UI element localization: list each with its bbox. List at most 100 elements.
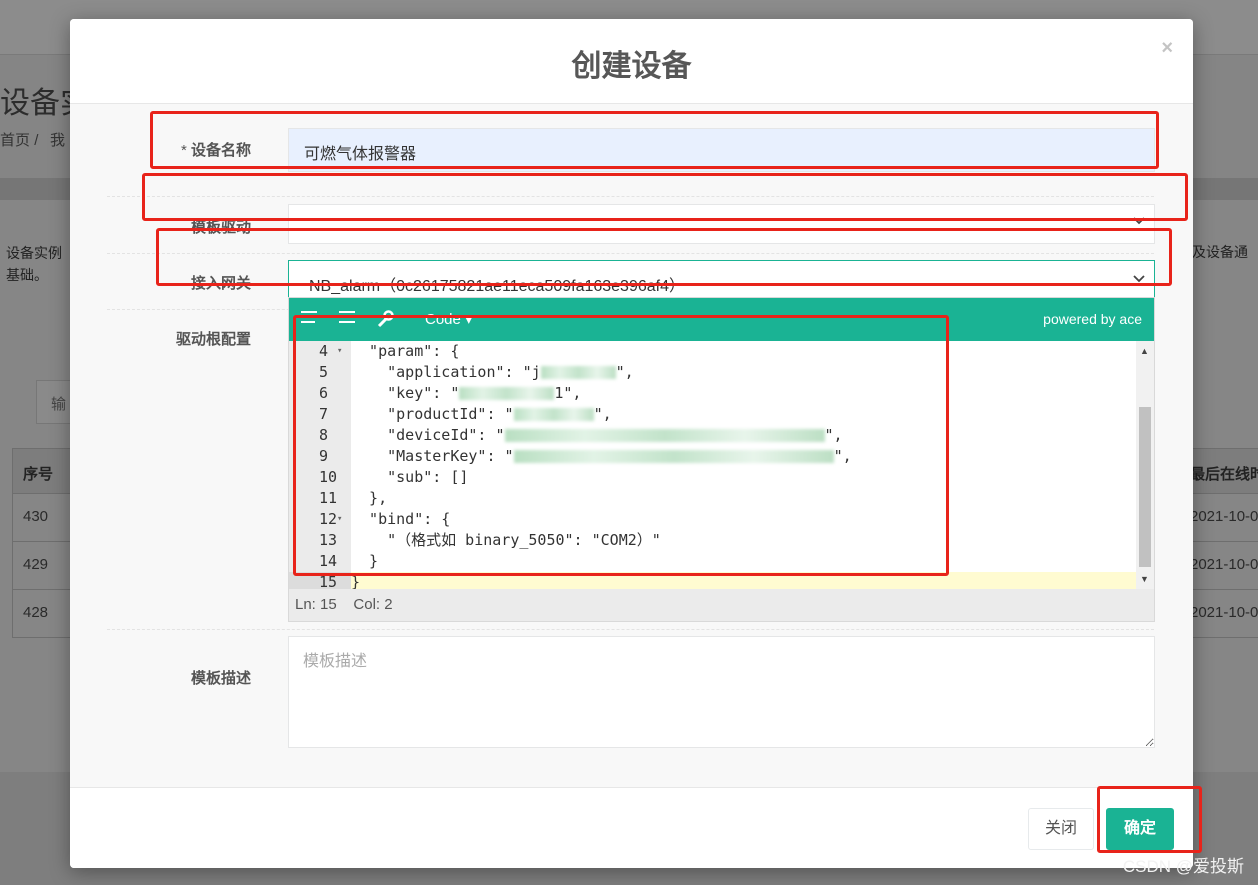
code-line: "productId": " ", [351,404,1136,425]
code-editor[interactable]: Code ▾ powered by ace 4 ▾ 5 6 7 8 9 10 11 12 ▾ 13 14… [288,297,1155,622]
powered-by-label: powered by ace [1043,311,1142,327]
fold-arrow-icon[interactable]: ▾ [337,509,342,530]
line-number: 7 [319,405,329,423]
line-number: 8 [319,426,329,444]
code-text: ", [593,405,612,423]
modal-header: 创建设备 × [70,19,1193,104]
line-number: 14 [319,552,338,570]
gateway-label: 接入网关 [190,275,251,292]
code-line: "sub": [] [351,467,1136,488]
redacted-value [540,366,616,379]
code-text: "param": { [351,342,460,360]
code-line: "MasterKey": " ", [351,446,1136,467]
code-text: ", [824,426,843,444]
chevron-down-icon [1132,213,1146,231]
code-line: "（格式如 binary_5050": "COM2）" [351,530,1136,551]
code-text: "application": "j [351,363,541,381]
editor-gutter: 4 ▾ 5 6 7 8 9 10 11 12 ▾ 13 14 15 [289,341,351,593]
code-text: "MasterKey": " [351,447,514,465]
modal-title: 创建设备 [571,50,692,83]
editor-toolbar: Code ▾ powered by ace [289,298,1154,341]
bg-col-header-last-online: 最后在线时 [1190,448,1258,494]
line-number: 12 ▾ [319,509,343,530]
close-icon[interactable]: × [1161,37,1173,60]
line-number: 5 [319,363,329,381]
line-number: 10 [319,468,338,486]
code-line: "application": "j ", [351,362,1136,383]
watermark: CSDN @爱投斯 [1122,857,1244,876]
bg-description-right: 及设备通 [1192,244,1248,260]
close-button[interactable]: 关闭 [1028,808,1094,850]
code-text: ", [833,447,852,465]
code-line: "deviceId": " ", [351,425,1136,446]
editor-statusbar: Ln: 15 Col: 2 [289,589,1154,621]
line-number: 4 ▾ [319,341,343,362]
table-row: 2021-10-0 [1190,494,1258,542]
redacted-value [504,429,825,442]
bg-breadcrumb-home: 首页 / [0,132,39,149]
table-row: 2021-10-0 [1190,542,1258,590]
format-icon[interactable] [299,309,319,332]
code-text: "（格式如 binary_5050": "COM2）" [351,531,661,549]
gateway-select[interactable]: NB_alarm（0c26175821ae11eca509fa163e396af… [288,260,1155,302]
confirm-button[interactable]: 确定 [1106,808,1174,850]
template-driver-label: 模板驱动 [190,219,251,236]
code-text: "deviceId": " [351,426,505,444]
line-number: 6 [319,384,329,402]
mode-dropdown[interactable]: Code ▾ [425,310,473,328]
code-line: } [351,551,1136,572]
bg-breadcrumb-next: 我 [50,132,66,149]
divider [107,253,1154,254]
line-number: 11 [319,489,338,507]
redacted-value [513,450,834,463]
code-text: "productId": " [351,405,514,423]
divider [107,629,1154,630]
table-row: 2021-10-0 [1190,590,1258,638]
code-text: "sub": [] [351,468,469,486]
create-device-modal: 创建设备 × * 设备名称 可燃气体报警器 模板驱动 接入网关 NB_alarm… [70,19,1193,868]
template-driver-select[interactable] [288,204,1155,244]
divider [107,196,1154,197]
modal-footer: 关闭 确定 [70,787,1193,868]
code-line: "key": " 1", [351,383,1136,404]
code-line: }, [351,488,1136,509]
redacted-value [513,408,594,421]
code-text: "bind": { [351,510,451,528]
code-line: "param": { [351,341,1136,362]
line-number: 9 [319,447,329,465]
scroll-up-icon[interactable]: ▲ [1140,346,1149,356]
template-description-label: 模板描述 [190,670,251,687]
fold-arrow-icon[interactable]: ▾ [337,341,342,362]
editor-scrollbar[interactable]: ▲ ▼ [1136,341,1154,589]
code-text: }, [351,489,388,507]
code-line: "bind": { [351,509,1136,530]
editor-content[interactable]: "param": { "application": "j ", "key": " 1… [351,341,1136,593]
table-row: 430 [12,494,72,542]
redacted-value [459,387,555,400]
bg-col-header-id: 序号 [12,448,72,494]
scrollbar-thumb[interactable] [1139,407,1151,567]
gateway-value: NB_alarm（0c26175821ae11eca509fa163e396af… [309,278,685,295]
template-description-textarea[interactable] [288,636,1155,748]
modal-body: * 设备名称 可燃气体报警器 模板驱动 接入网关 NB_alarm（0c2617… [70,104,1193,787]
compact-icon[interactable] [337,309,357,332]
code-text: } [351,552,379,570]
bg-description: 设备实例 基础。 [6,245,62,283]
required-mark: * [180,142,191,159]
driver-config-label: 驱动根配置 [175,331,251,348]
code-text: "key": " [351,384,460,402]
chevron-down-icon [1132,271,1146,289]
bg-table-right: 最后在线时 2021-10-0 2021-10-0 2021-10-0 [1190,448,1258,638]
scroll-down-icon[interactable]: ▼ [1140,574,1149,584]
wrench-icon[interactable] [375,309,395,334]
line-number: 13 [319,531,338,549]
device-name-input[interactable]: 可燃气体报警器 [288,128,1155,172]
code-text: ", [615,363,634,381]
table-row: 428 [12,590,72,638]
bg-table-left: 序号 430 429 428 [12,448,72,638]
device-name-label: * 设备名称 [180,142,251,159]
table-row: 429 [12,542,72,590]
cursor-col: 2 [384,596,393,613]
code-text: 1", [554,384,582,402]
cursor-line: 15 [320,596,337,613]
